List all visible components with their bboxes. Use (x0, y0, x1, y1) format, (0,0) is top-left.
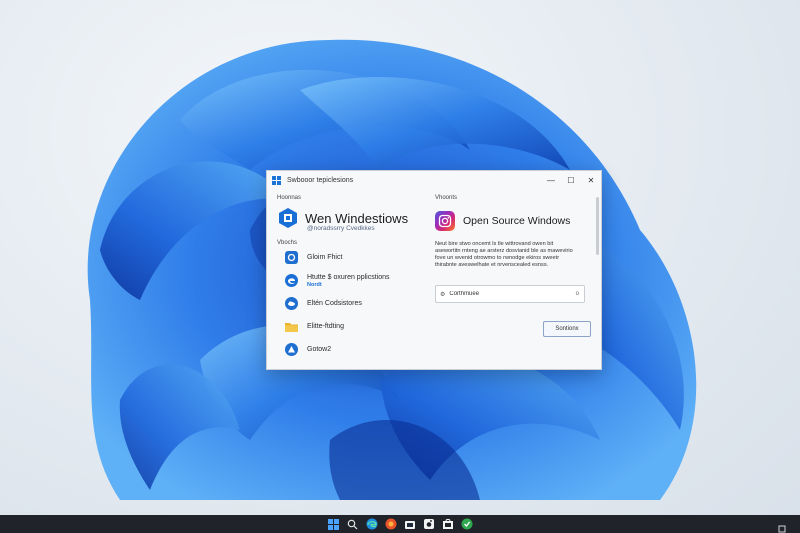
desktop: Swbooor tepiclesions — ☐ ✕ Hoonnas Wen W… (0, 0, 800, 533)
drive-icon (285, 343, 298, 356)
nav-item-label: Gotow2 (307, 345, 332, 353)
nav-item-3[interactable]: Elitte-ftdting (285, 315, 427, 338)
tray-icon[interactable] (778, 520, 786, 533)
search-option-icon[interactable]: o (576, 291, 579, 297)
window-title: Swbooor tepiclesions (287, 176, 354, 184)
left-section-heading: Hoonnas (277, 195, 302, 201)
maximize-button[interactable]: ☐ (561, 171, 581, 189)
nav-item-4[interactable]: Gotow2 (285, 338, 427, 361)
scrollbar[interactable] (596, 197, 599, 255)
search-icon[interactable] (344, 515, 362, 533)
nav-item-label: Htutte $ oxuren pplicstions (307, 273, 390, 281)
store-bag-icon[interactable] (439, 515, 457, 533)
app-window: Swbooor tepiclesions — ☐ ✕ Hoonnas Wen W… (266, 170, 602, 370)
section-title: Open Source Windows (463, 215, 571, 227)
search-input[interactable] (449, 291, 560, 297)
right-pane: Vhoonts Open Source Windows Neut bire st… (435, 195, 591, 365)
app-icon[interactable] (458, 515, 476, 533)
app-subtitle: @noradssrry Cvedkkes (307, 225, 375, 232)
settings-icon: ⚙ (440, 291, 446, 298)
folder-icon (285, 320, 298, 333)
search-box[interactable]: ⚙ o (435, 285, 585, 303)
nav-item-label: Eltén Codsistores (307, 299, 362, 307)
browser-icon[interactable] (382, 515, 400, 533)
nav-item-0[interactable]: Gloim Fhict (285, 246, 427, 269)
nav-item-label: Gloim Fhict (307, 253, 343, 261)
right-section-heading: Vhoonts (435, 195, 458, 201)
close-button[interactable]: ✕ (581, 171, 601, 189)
os-header: Open Source Windows (435, 211, 591, 231)
edge-icon (285, 274, 298, 287)
title-bar[interactable]: Swbooor tepiclesions — ☐ ✕ (267, 171, 601, 189)
app-logo-icon (277, 207, 299, 229)
instagram-icon (435, 211, 455, 231)
left-pane: Hoonnas Wen Windestiows @noradssrry Cved… (277, 195, 427, 365)
nav-item-2[interactable]: Eltén Codsistores (285, 292, 427, 315)
cloud-icon (285, 297, 298, 310)
nav-item-label: Elitte-ftdting (307, 322, 344, 330)
app-title: Wen Windestiows (305, 210, 409, 226)
store-icon[interactable] (401, 515, 419, 533)
edge-browser-icon[interactable] (363, 515, 381, 533)
window-controls: — ☐ ✕ (541, 171, 601, 189)
minimize-button[interactable]: — (541, 171, 561, 189)
windows-logo-icon (272, 175, 281, 185)
nav-item-sublabel: Nordt (307, 281, 322, 288)
windows-start-icon[interactable] (325, 515, 343, 533)
photos-icon (285, 251, 298, 264)
camera-icon[interactable] (420, 515, 438, 533)
nav-item-1[interactable]: Htutte $ oxuren pplicstions Nordt (285, 269, 427, 292)
taskbar (0, 515, 800, 533)
action-button[interactable]: Sontionx (543, 321, 591, 337)
description-text: Neut bire stwo oncemt ls tle wittrovand … (435, 241, 573, 268)
